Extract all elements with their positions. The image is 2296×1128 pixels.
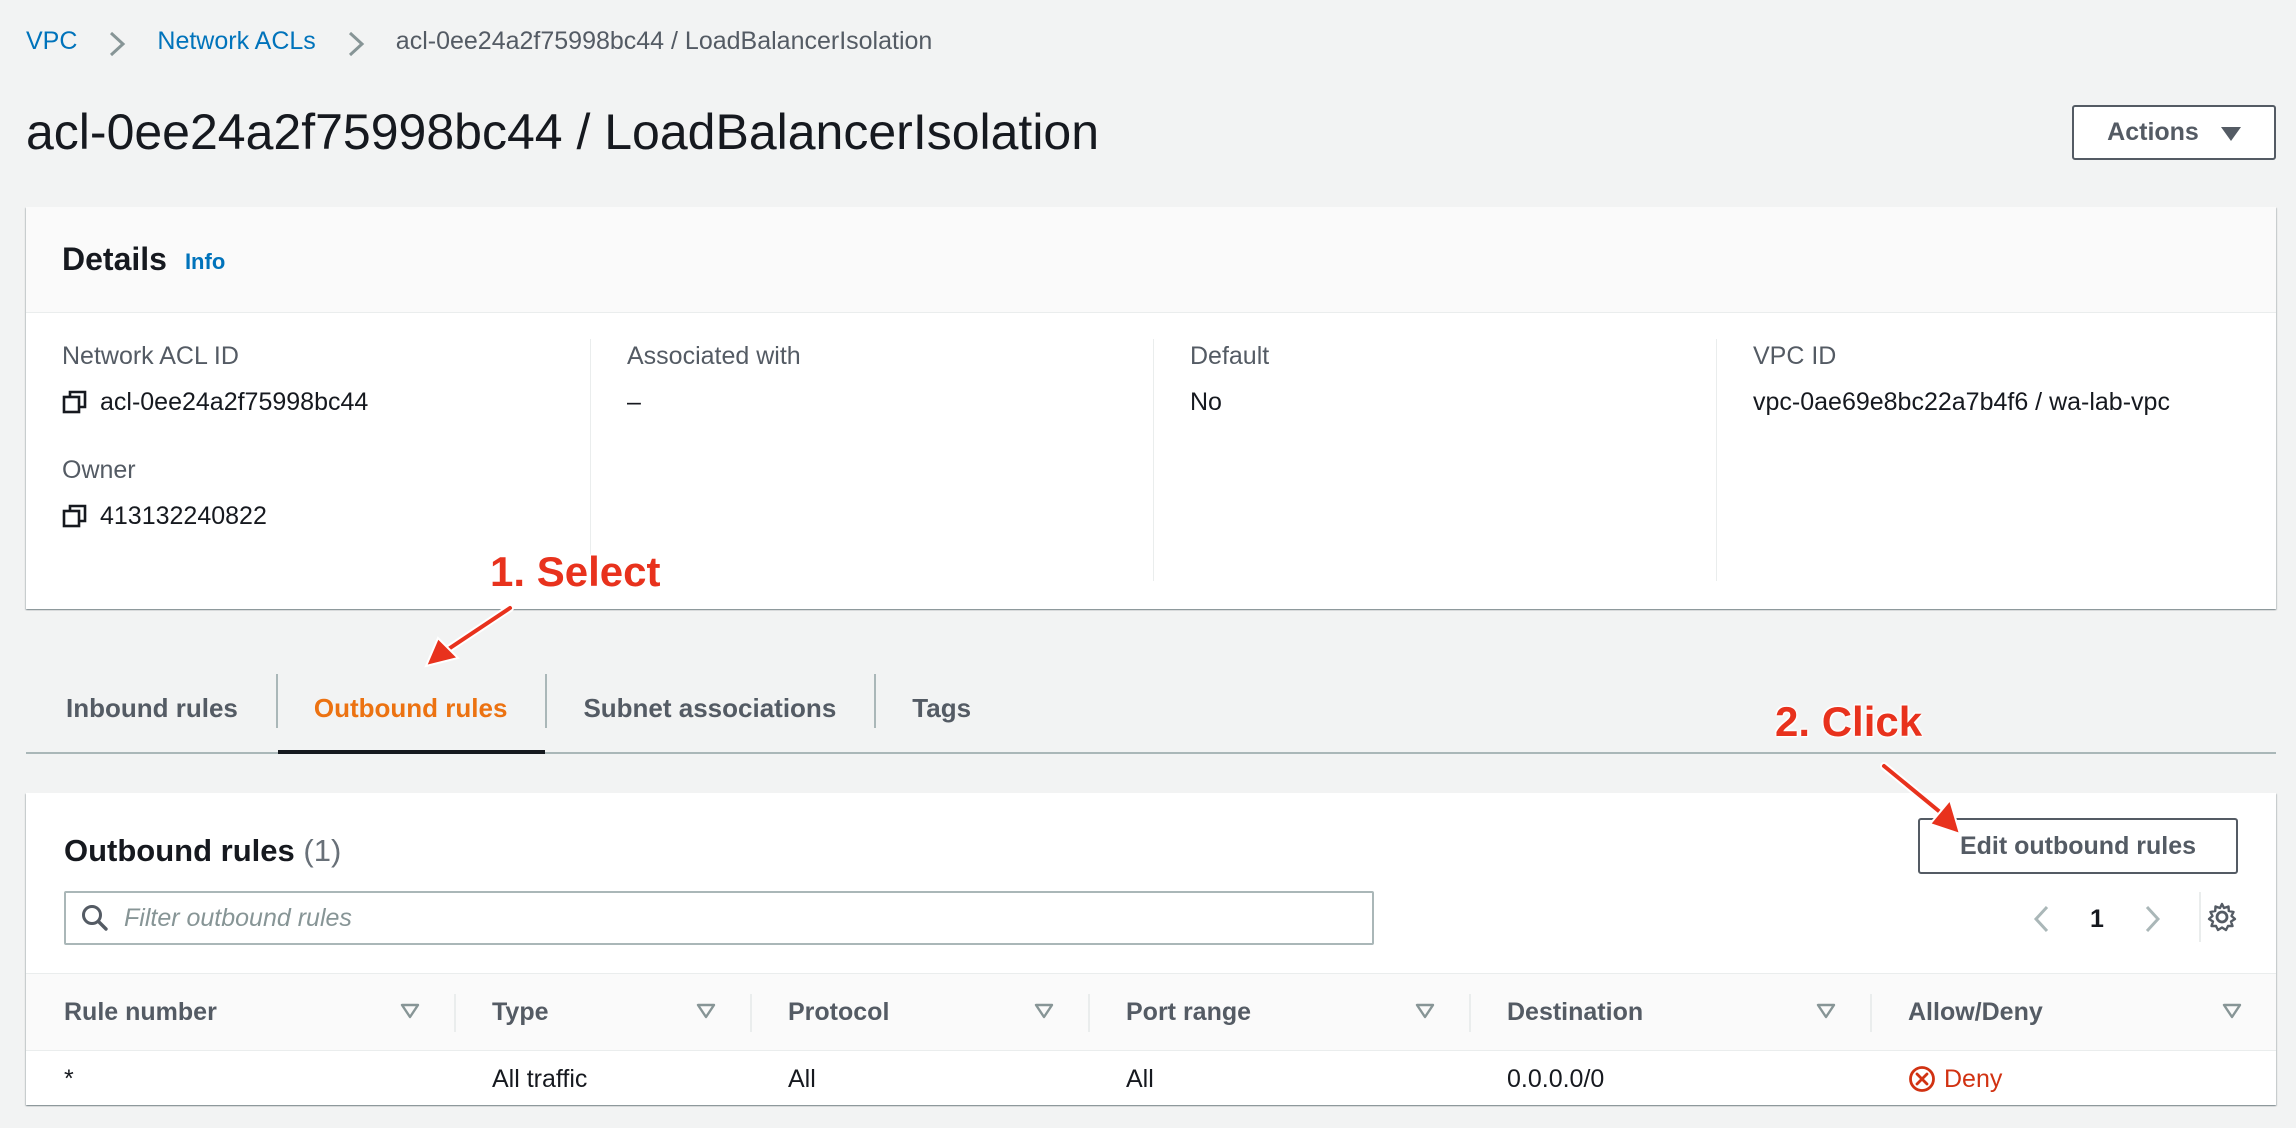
- details-column-1: Network ACL ID acl-0ee24a2f75998bc44 Own…: [26, 339, 590, 581]
- cell-rule-number: *: [64, 1064, 74, 1093]
- details-header: Details Info: [26, 207, 2276, 313]
- sort-icon[interactable]: [1816, 1001, 1836, 1021]
- owner-value: 413132240822: [100, 502, 267, 530]
- associated-with-value: –: [627, 388, 641, 416]
- outbound-rules-count: (1): [303, 833, 342, 868]
- outbound-rules-title-text: Outbound rules: [64, 833, 295, 868]
- cell-port-range: All: [1126, 1064, 1154, 1093]
- search-icon: [80, 903, 110, 933]
- breadcrumb: VPC Network ACLs acl-0ee24a2f75998bc44 /…: [26, 24, 932, 58]
- copy-icon[interactable]: [62, 389, 88, 415]
- chevron-right-icon: [107, 31, 127, 57]
- breadcrumb-current: acl-0ee24a2f75998bc44 / LoadBalancerIsol…: [395, 27, 933, 55]
- column-header-label: Destination: [1507, 997, 1644, 1026]
- details-panel: Details Info Network ACL ID acl-0ee24a2f…: [26, 207, 2276, 609]
- tab-label: Outbound rules: [313, 692, 508, 723]
- deny-label: Deny: [1944, 1064, 2003, 1093]
- page-number[interactable]: 1: [2090, 905, 2104, 934]
- details-column-4: VPC ID vpc-0ae69e8bc22a7b4f6 / wa-lab-vp…: [1716, 339, 2276, 581]
- chevron-right-icon: [2145, 905, 2160, 933]
- default-value: No: [1190, 388, 1222, 416]
- actions-button-label: Actions: [2107, 118, 2199, 146]
- copy-icon[interactable]: [62, 503, 88, 529]
- table-row[interactable]: * All traffic All All 0.0.0.0/0 Deny: [26, 1051, 2276, 1107]
- deny-status: Deny: [1908, 1065, 2002, 1094]
- table-body: * All traffic All All 0.0.0.0/0 Deny: [26, 1051, 2276, 1107]
- tab-subnet-associations[interactable]: Subnet associations: [545, 664, 874, 752]
- vpc-id-label: VPC ID: [1753, 342, 1837, 370]
- cell-type: All traffic: [492, 1064, 588, 1093]
- cell-allow-deny: Deny: [1870, 1065, 2276, 1094]
- breadcrumb-vpc-link[interactable]: VPC: [26, 24, 77, 58]
- filter-outbound-rules-input[interactable]: [124, 898, 1372, 938]
- actions-button[interactable]: Actions: [2072, 105, 2276, 160]
- filter-field[interactable]: [64, 891, 1374, 945]
- column-header-label: Port range: [1126, 997, 1252, 1026]
- deny-x-circle-icon: [1908, 1065, 1936, 1093]
- column-header-label: Protocol: [788, 997, 890, 1026]
- sort-icon[interactable]: [1034, 1001, 1054, 1021]
- column-header-label: Type: [492, 997, 549, 1026]
- details-column-2: Associated with –: [590, 339, 1153, 581]
- annotation-step-1: 1. Select: [490, 548, 661, 595]
- caret-down-icon: [2220, 126, 2241, 141]
- gear-icon[interactable]: [2203, 898, 2241, 936]
- chevron-left-icon: [2033, 905, 2049, 933]
- sort-icon[interactable]: [1415, 1001, 1435, 1021]
- annotation-step-2: 2. Click: [1775, 698, 1923, 745]
- outbound-rules-title: Outbound rules (1): [64, 833, 341, 869]
- tab-label: Subnet associations: [583, 692, 837, 723]
- tab-bar: Inbound rules Outbound rules Subnet asso…: [26, 664, 2276, 754]
- network-acl-id-label: Network ACL ID: [62, 342, 239, 370]
- outbound-rules-table: Rule number Type Protocol Port range Des…: [26, 973, 2276, 1107]
- tab-label: Inbound rules: [66, 692, 238, 723]
- tab-tags[interactable]: Tags: [874, 664, 1009, 752]
- sort-icon[interactable]: [400, 1001, 420, 1021]
- column-header-allow-deny[interactable]: Allow/Deny: [1870, 974, 2276, 1050]
- details-title: Details: [62, 241, 167, 277]
- column-header-type[interactable]: Type: [454, 974, 750, 1050]
- annotation-arrow-1: [424, 604, 514, 668]
- breadcrumb-network-acls-link[interactable]: Network ACLs: [157, 24, 315, 58]
- next-page-button[interactable]: [2138, 899, 2168, 939]
- column-header-label: Allow/Deny: [1908, 997, 2043, 1026]
- chevron-right-icon: [346, 31, 366, 57]
- cell-destination: 0.0.0.0/0: [1507, 1064, 1605, 1093]
- previous-page-button[interactable]: [2026, 899, 2056, 939]
- network-acl-id-value: acl-0ee24a2f75998bc44: [100, 388, 369, 416]
- tab-outbound-rules[interactable]: Outbound rules: [275, 664, 546, 754]
- column-header-protocol[interactable]: Protocol: [750, 974, 1088, 1050]
- cell-protocol: All: [788, 1064, 816, 1093]
- vpc-id-link[interactable]: vpc-0ae69e8bc22a7b4f6 / wa-lab-vpc: [1753, 385, 2276, 419]
- divider: [2199, 892, 2201, 942]
- page-title: acl-0ee24a2f75998bc44 / LoadBalancerIsol…: [26, 104, 1100, 160]
- associated-with-label: Associated with: [627, 342, 801, 370]
- info-link[interactable]: Info: [185, 249, 225, 275]
- sort-icon[interactable]: [2222, 1001, 2242, 1021]
- column-header-rule-number[interactable]: Rule number: [26, 974, 454, 1050]
- column-header-destination[interactable]: Destination: [1469, 974, 1870, 1050]
- table-header: Rule number Type Protocol Port range Des…: [26, 973, 2276, 1051]
- tab-label: Tags: [912, 692, 972, 723]
- sort-icon[interactable]: [696, 1001, 716, 1021]
- details-column-3: Default No: [1153, 339, 1716, 581]
- annotation-arrow-2: [1880, 762, 1962, 836]
- owner-label: Owner: [62, 456, 136, 484]
- pagination: 1: [2026, 897, 2168, 941]
- tab-inbound-rules[interactable]: Inbound rules: [26, 664, 276, 752]
- column-header-label: Rule number: [64, 997, 217, 1026]
- column-header-port-range[interactable]: Port range: [1088, 974, 1469, 1050]
- default-label: Default: [1190, 342, 1270, 370]
